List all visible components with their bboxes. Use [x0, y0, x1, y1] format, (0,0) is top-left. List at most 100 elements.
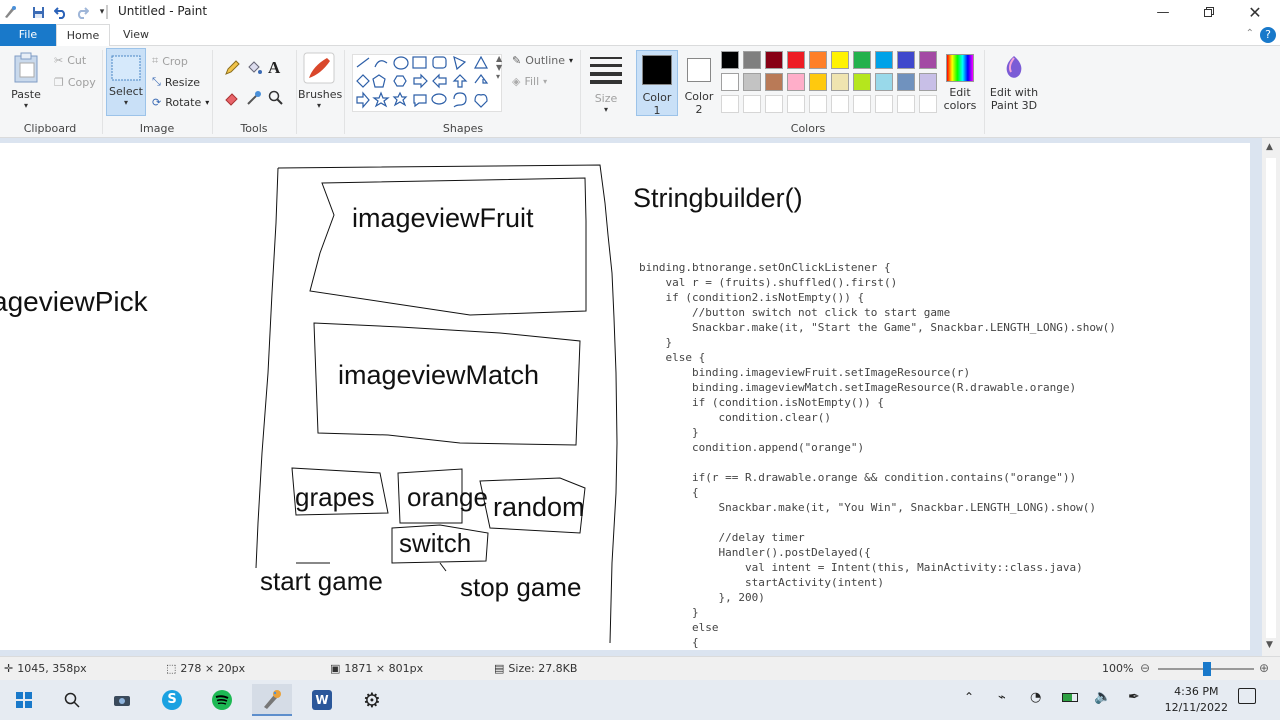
- color-swatch[interactable]: [853, 51, 871, 69]
- paint3d-icon: [1006, 56, 1022, 78]
- color-swatch[interactable]: [721, 51, 739, 69]
- color-swatch[interactable]: [831, 51, 849, 69]
- color1-button[interactable]: Color 1: [636, 50, 678, 117]
- color2-button[interactable]: Color 2: [680, 50, 718, 116]
- resize-button[interactable]: ⤡ Resize: [152, 75, 200, 89]
- custom-color-slot[interactable]: [831, 95, 849, 113]
- color-swatch[interactable]: [743, 51, 761, 69]
- drawing-canvas[interactable]: ageviewPick imageviewFruit imageviewMatc…: [0, 143, 1250, 650]
- zoom-in-icon[interactable]: ⊕: [1259, 661, 1269, 675]
- rotate-button[interactable]: ⟳ Rotate ▾: [152, 96, 209, 109]
- color-swatch[interactable]: [809, 51, 827, 69]
- brushes-button[interactable]: Brushes ▾: [298, 50, 342, 118]
- windows-logo-icon: [16, 692, 32, 708]
- color-swatch[interactable]: [765, 51, 783, 69]
- color-swatch[interactable]: [919, 73, 937, 91]
- usb-device-icon[interactable]: ⌁: [998, 690, 1006, 705]
- color-swatch[interactable]: [787, 51, 805, 69]
- copy-button[interactable]: ❐ Copy: [54, 76, 96, 89]
- eraser-icon[interactable]: [224, 90, 240, 109]
- shapes-gallery[interactable]: [352, 54, 502, 112]
- magnifier-icon[interactable]: [268, 90, 284, 109]
- fill-button[interactable]: ◈ Fill ▾: [512, 75, 547, 88]
- taskbar-spotify-app[interactable]: [202, 684, 242, 716]
- color-picker-icon[interactable]: [246, 90, 262, 109]
- color-swatch[interactable]: [897, 73, 915, 91]
- wifi-icon[interactable]: ◔: [1030, 690, 1041, 705]
- vertical-scrollbar[interactable]: ▲ ▼: [1262, 138, 1280, 656]
- label-random: random: [493, 492, 585, 522]
- size-button[interactable]: Size ▾: [586, 50, 626, 118]
- text-tool-icon[interactable]: A: [268, 58, 280, 78]
- taskbar-camera-app[interactable]: [102, 684, 142, 716]
- code-line: binding.imageviewFruit.setImageResource(…: [639, 366, 971, 379]
- custom-color-slot[interactable]: [765, 95, 783, 113]
- taskbar-word-app[interactable]: W: [302, 684, 342, 716]
- collapse-ribbon-icon[interactable]: ⌃: [1246, 28, 1254, 39]
- custom-color-slot[interactable]: [919, 95, 937, 113]
- custom-color-slot[interactable]: [721, 95, 739, 113]
- crop-button[interactable]: ⌗ Crop: [152, 54, 188, 68]
- tab-view[interactable]: View: [112, 24, 160, 46]
- cut-button[interactable]: ✂ Cut: [54, 54, 86, 67]
- custom-color-slot[interactable]: [875, 95, 893, 113]
- scroll-down-icon[interactable]: ▼: [1266, 640, 1273, 650]
- zoom-slider[interactable]: [1158, 662, 1254, 676]
- taskbar-skype-app[interactable]: S: [152, 684, 192, 716]
- ribbon-separator: [102, 50, 103, 134]
- color2-label: Color: [684, 90, 714, 103]
- edit-with-paint3d-button[interactable]: Edit with Paint 3D: [988, 50, 1040, 116]
- help-icon[interactable]: ?: [1260, 27, 1276, 43]
- custom-color-slot[interactable]: [853, 95, 871, 113]
- pen-icon[interactable]: ✒: [1128, 689, 1140, 705]
- close-button[interactable]: ✕: [1232, 0, 1278, 24]
- color-swatch[interactable]: [721, 73, 739, 91]
- battery-icon[interactable]: [1062, 693, 1078, 702]
- skype-icon: S: [162, 690, 182, 710]
- save-icon[interactable]: [30, 4, 46, 20]
- search-button[interactable]: [52, 684, 92, 716]
- shapes-scroll-arrows[interactable]: ▲ ▼ ▾: [496, 54, 502, 81]
- show-hidden-icons[interactable]: ⌃: [964, 690, 974, 704]
- custom-color-slot[interactable]: [787, 95, 805, 113]
- tab-home[interactable]: Home: [56, 24, 110, 47]
- zoom-slider-thumb[interactable]: [1203, 662, 1211, 676]
- color-swatch[interactable]: [875, 73, 893, 91]
- color-swatch[interactable]: [853, 73, 871, 91]
- paste-button[interactable]: Paste ▾: [8, 50, 44, 116]
- tab-file[interactable]: File: [0, 24, 56, 46]
- start-button[interactable]: [4, 684, 44, 716]
- color-swatch[interactable]: [787, 73, 805, 91]
- maximize-button[interactable]: [1186, 0, 1232, 24]
- color-swatch[interactable]: [743, 73, 761, 91]
- fill-bucket-icon[interactable]: [246, 60, 262, 79]
- custom-color-slot[interactable]: [897, 95, 915, 113]
- color-swatch[interactable]: [875, 51, 893, 69]
- zoom-out-icon[interactable]: ⊖: [1140, 661, 1150, 675]
- taskbar-paint-app[interactable]: [252, 684, 292, 716]
- select-button[interactable]: Select ▾: [106, 48, 146, 116]
- outline-button[interactable]: ✎ Outline ▾: [512, 54, 573, 67]
- volume-icon[interactable]: 🔈: [1094, 689, 1111, 705]
- camera-icon: [114, 696, 130, 706]
- redo-icon[interactable]: [74, 4, 90, 20]
- scroll-up-icon[interactable]: ▲: [1266, 142, 1273, 152]
- tools-group-label: Tools: [240, 122, 268, 135]
- undo-icon[interactable]: [52, 4, 68, 20]
- color-swatch[interactable]: [897, 51, 915, 69]
- gear-icon: ⚙: [363, 688, 381, 712]
- notifications-icon[interactable]: [1238, 688, 1256, 704]
- color-swatch[interactable]: [831, 73, 849, 91]
- color-swatch[interactable]: [809, 73, 827, 91]
- color-swatch[interactable]: [765, 73, 783, 91]
- custom-color-slot[interactable]: [809, 95, 827, 113]
- custom-color-slot[interactable]: [743, 95, 761, 113]
- pencil-icon[interactable]: [224, 60, 240, 79]
- taskbar-settings-app[interactable]: ⚙: [352, 684, 392, 716]
- color-swatch[interactable]: [919, 51, 937, 69]
- system-clock[interactable]: 4:36 PM 12/11/2022: [1165, 684, 1228, 716]
- minimize-button[interactable]: —: [1140, 0, 1186, 24]
- image-size-value: 1871 × 801px: [344, 662, 424, 675]
- edit-colors-button[interactable]: Edit colors: [940, 50, 980, 116]
- scrollbar-thumb[interactable]: [1266, 158, 1276, 638]
